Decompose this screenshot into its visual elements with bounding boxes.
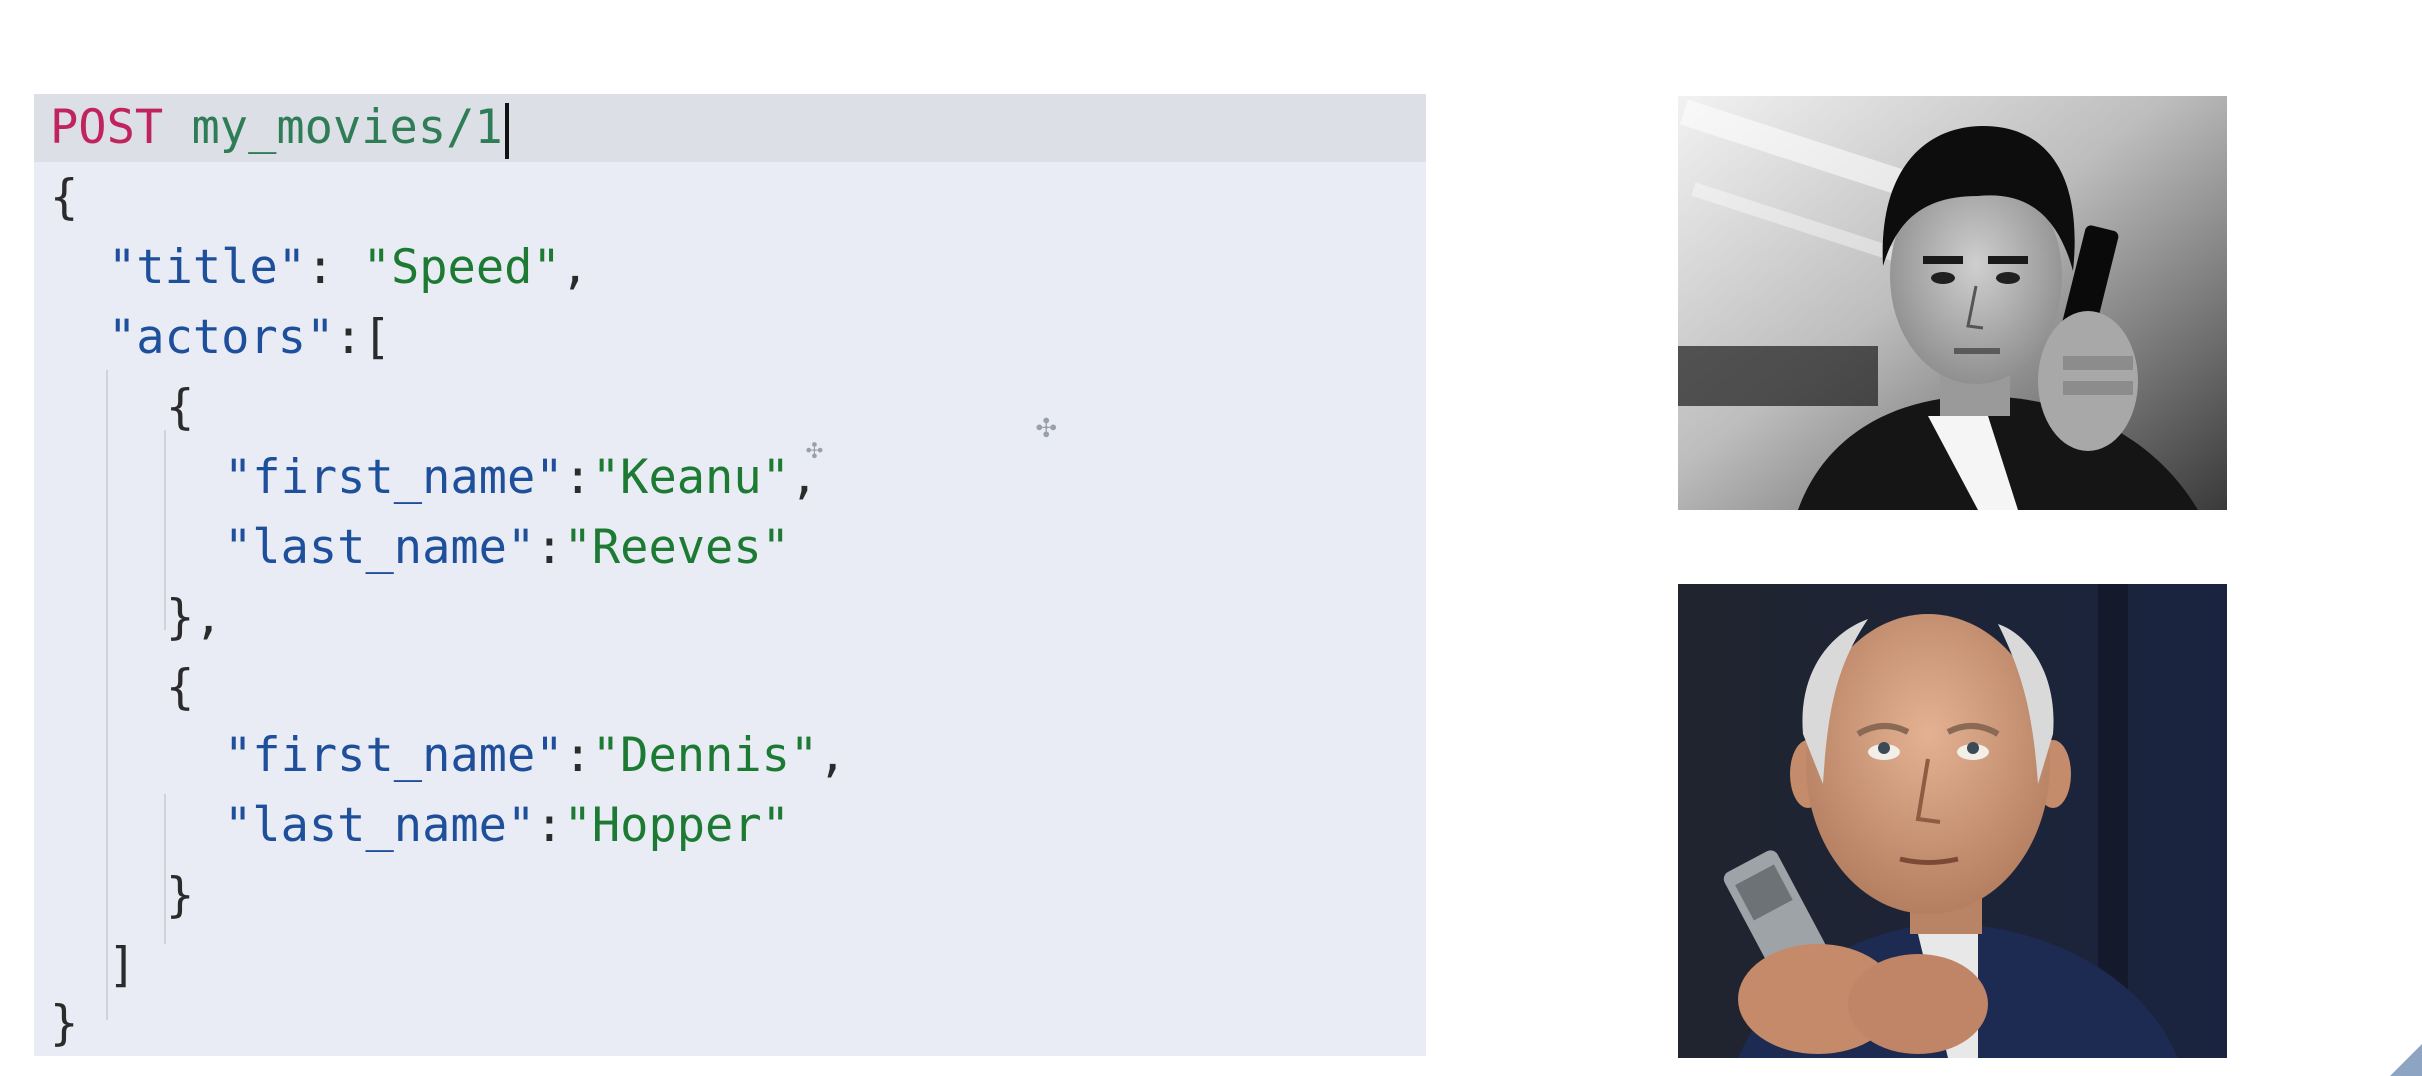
- open-brace: {: [50, 170, 79, 225]
- actor-photo-dennis-hopper: [1678, 584, 2227, 1058]
- code-line-close-brace: }: [50, 994, 78, 1054]
- code-line-actors-close: ]: [108, 936, 136, 996]
- json-key-title: "title": [108, 240, 307, 295]
- corner-accent-icon: [2390, 1044, 2422, 1076]
- code-line-actors: "actors":[: [108, 308, 391, 368]
- actor-photo-keanu-reeves: [1678, 96, 2227, 510]
- request-line[interactable]: POST my_movies/1: [50, 98, 509, 159]
- code-editor[interactable]: POST my_movies/1 { "title": "Speed", "ac…: [34, 94, 1426, 1056]
- object-open: {: [166, 380, 195, 435]
- json-key-last-name: "last_name": [224, 798, 536, 853]
- comma: ,: [818, 728, 847, 783]
- code-line-open-brace: {: [50, 168, 78, 228]
- code-line-actor2-first-name: "first_name":"Dennis",: [224, 726, 847, 786]
- array-close: ]: [108, 938, 137, 993]
- json-key-first-name: "first_name": [224, 450, 564, 505]
- colon: :: [535, 520, 564, 575]
- slide: POST my_movies/1 { "title": "Speed", "ac…: [0, 0, 2422, 1076]
- portrait-bw-image: [1678, 96, 2227, 510]
- comma: ,: [560, 240, 590, 295]
- code-line-title: "title": "Speed",: [108, 238, 589, 298]
- code-line-actor2-last-name: "last_name":"Hopper": [224, 796, 790, 856]
- mouse-pointer-icon: ✣: [806, 432, 823, 465]
- json-value-first-name: "Keanu": [591, 450, 790, 505]
- json-key-actors: "actors": [108, 310, 335, 365]
- json-value-first-name: "Dennis": [591, 728, 819, 783]
- colon: :: [563, 728, 592, 783]
- indent-guide: [106, 370, 108, 1020]
- array-open: :[: [334, 310, 391, 365]
- object-close: },: [166, 590, 223, 645]
- colon: :: [535, 798, 564, 853]
- code-line-actor1-open: {: [166, 378, 194, 438]
- text-caret: [504, 102, 509, 159]
- close-brace: }: [50, 996, 79, 1051]
- object-open: {: [166, 660, 195, 715]
- code-line-actor1-last-name: "last_name":"Reeves": [224, 518, 790, 578]
- mouse-pointer-icon: ✣: [1036, 406, 1057, 446]
- json-key-first-name: "first_name": [224, 728, 564, 783]
- json-value-title: "Speed": [362, 240, 561, 295]
- json-key-last-name: "last_name": [224, 520, 536, 575]
- object-close: }: [166, 868, 195, 923]
- code-line-actor2-close: }: [166, 866, 194, 926]
- colon: :: [306, 240, 363, 295]
- request-path: my_movies/1: [191, 100, 503, 155]
- json-value-last-name: "Hopper": [563, 798, 790, 853]
- code-line-actor1-first-name: "first_name":"Keanu",: [224, 448, 818, 508]
- code-line-actor2-open: {: [166, 658, 194, 718]
- http-method: POST: [50, 100, 164, 155]
- colon: :: [563, 450, 592, 505]
- code-line-actor1-close: },: [166, 588, 223, 648]
- portrait-color-image: [1678, 584, 2227, 1058]
- json-value-last-name: "Reeves": [563, 520, 790, 575]
